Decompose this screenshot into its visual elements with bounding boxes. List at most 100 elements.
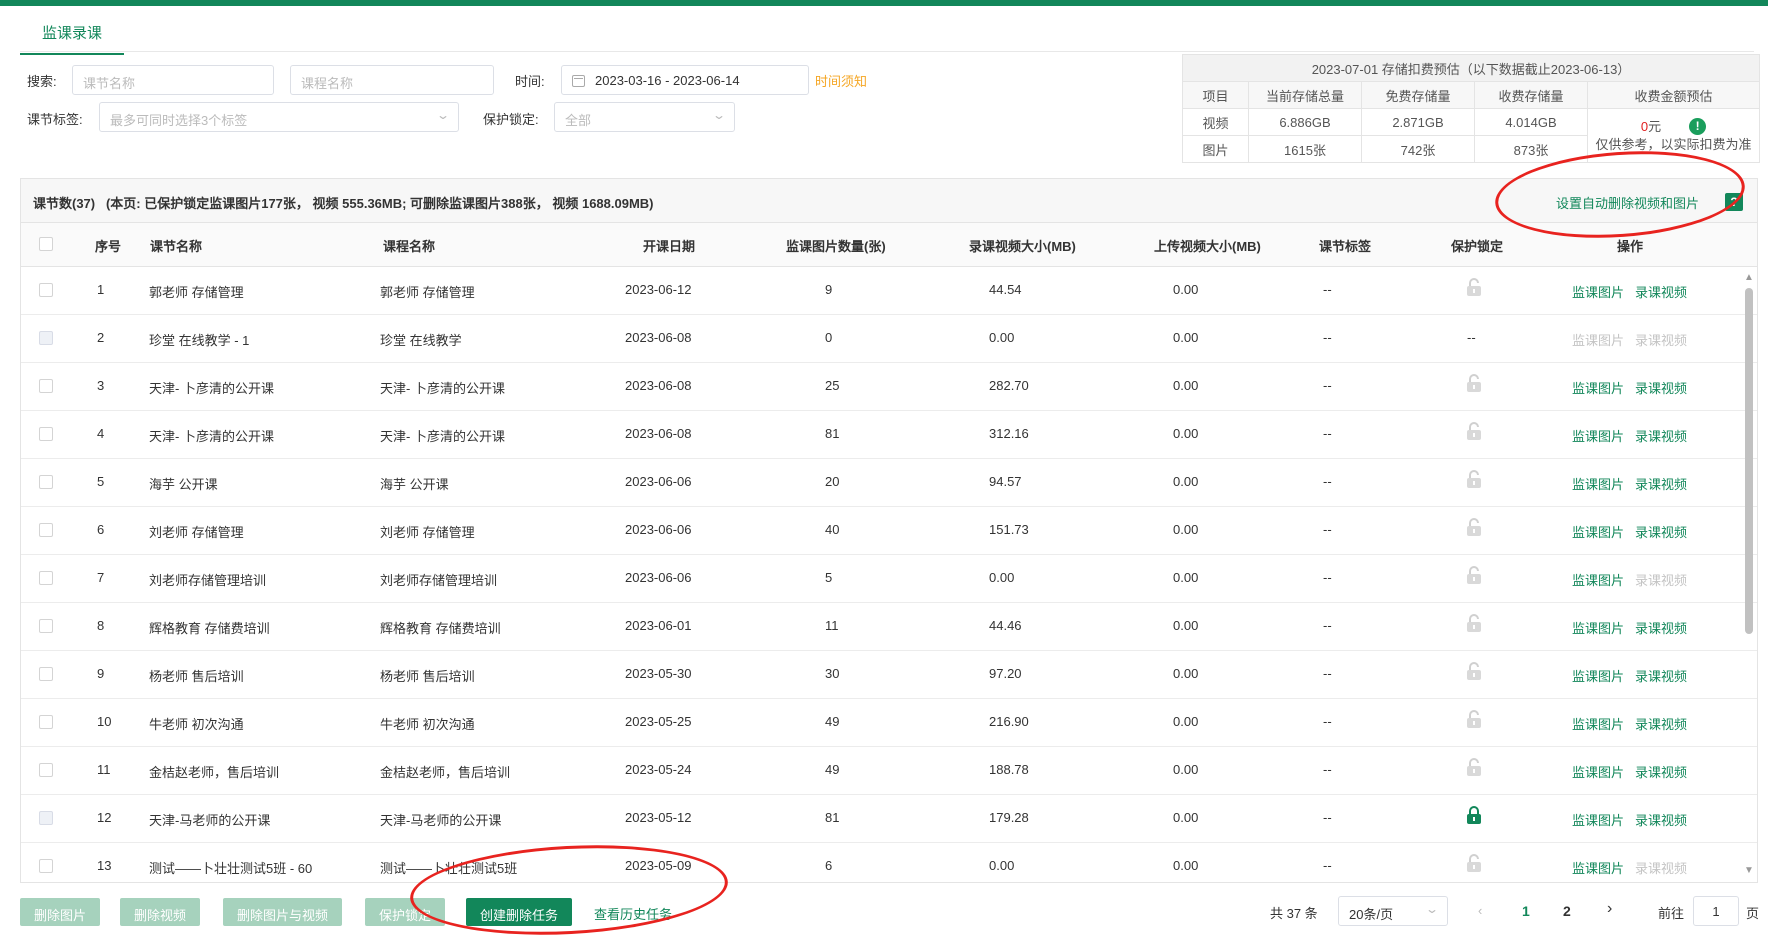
- cell-date: 2023-06-01: [625, 618, 692, 633]
- page-1[interactable]: 1: [1522, 903, 1530, 919]
- lock-open-icon[interactable]: [1465, 613, 1483, 633]
- view-images-link[interactable]: 监课图片: [1572, 282, 1624, 301]
- cell-lesson: 刘老师 存储管理: [149, 525, 244, 540]
- cell-course: 珍堂 在线教学: [380, 333, 462, 348]
- cell-date: 2023-06-08: [625, 330, 692, 345]
- column-header: 保护锁定: [1451, 239, 1504, 254]
- date-range-picker[interactable]: 2023-03-16 - 2023-06-14: [561, 65, 809, 95]
- cell-upl: 0.00: [1173, 330, 1199, 345]
- delete-images-and-videos-button[interactable]: 删除图片与视频: [223, 898, 343, 926]
- protect-lock-button[interactable]: 保护锁定: [365, 898, 446, 926]
- lock-open-icon[interactable]: [1465, 277, 1483, 297]
- view-videos-link[interactable]: 录课视频: [1635, 570, 1687, 589]
- view-images-link[interactable]: 监课图片: [1572, 570, 1624, 589]
- view-images-link[interactable]: 监课图片: [1572, 426, 1624, 445]
- row-checkbox[interactable]: [39, 715, 53, 729]
- view-videos-link[interactable]: 录课视频: [1635, 618, 1687, 637]
- tab-lesson-monitor[interactable]: 监课录课: [20, 14, 125, 55]
- scroll-up-icon[interactable]: ▲: [1744, 272, 1754, 283]
- view-videos-link[interactable]: 录课视频: [1635, 714, 1687, 733]
- scroll-down-icon[interactable]: ▼: [1744, 865, 1754, 876]
- row-checkbox[interactable]: [39, 667, 53, 681]
- view-videos-link[interactable]: 录课视频: [1635, 858, 1687, 877]
- course-name-input[interactable]: 课程名称: [290, 65, 494, 95]
- view-images-link[interactable]: 监课图片: [1572, 522, 1624, 541]
- view-images-link[interactable]: 监课图片: [1572, 810, 1624, 829]
- lock-open-icon[interactable]: [1465, 469, 1483, 489]
- scrollbar-thumb[interactable]: [1745, 288, 1753, 634]
- view-videos-link[interactable]: 录课视频: [1635, 810, 1687, 829]
- lock-open-icon[interactable]: [1465, 517, 1483, 537]
- lock-open-icon[interactable]: [1465, 709, 1483, 729]
- lock-filter-select[interactable]: 全部 ⌄: [554, 102, 735, 132]
- view-videos-link[interactable]: 录课视频: [1635, 762, 1687, 781]
- row-checkbox[interactable]: [39, 427, 53, 441]
- view-videos-link[interactable]: 录课视频: [1635, 666, 1687, 685]
- table-row: 7 刘老师存储管理培训 刘老师存储管理培训 2023-06-06 5 0.00 0.00 --…: [21, 555, 1757, 603]
- lock-open-icon[interactable]: [1465, 757, 1483, 777]
- delete-images-button[interactable]: 删除图片: [20, 898, 101, 926]
- page-2[interactable]: 2: [1563, 903, 1571, 919]
- view-images-link[interactable]: 监课图片: [1572, 330, 1624, 349]
- cell-lesson: 杨老师 售后培训: [149, 669, 244, 684]
- column-header: 课节标签: [1319, 239, 1372, 254]
- cell-upl: 0.00: [1173, 762, 1199, 777]
- row-checkbox[interactable]: [39, 811, 53, 825]
- view-videos-link[interactable]: 录课视频: [1635, 426, 1687, 445]
- exclamation-icon[interactable]: !: [1689, 117, 1707, 135]
- view-videos-link[interactable]: 录课视频: [1635, 282, 1687, 301]
- table-scrollbar[interactable]: ▲ ▼: [1744, 272, 1754, 876]
- row-checkbox[interactable]: [39, 475, 53, 489]
- view-images-link[interactable]: 监课图片: [1572, 762, 1624, 781]
- total-count: 共 37 条: [1270, 906, 1318, 921]
- next-page-icon[interactable]: ›: [1607, 900, 1612, 918]
- cell-upl: 0.00: [1173, 282, 1199, 297]
- cell-images: 30: [825, 666, 840, 681]
- chevron-down-icon: ⌄: [435, 108, 451, 122]
- estimate-cell: 6.886GB: [1248, 108, 1362, 136]
- row-checkbox[interactable]: [39, 619, 53, 633]
- view-videos-link[interactable]: 录课视频: [1635, 474, 1687, 493]
- cell-images: 49: [825, 762, 840, 777]
- view-videos-link[interactable]: 录课视频: [1635, 522, 1687, 541]
- cell-lesson: 珍堂 在线教学 - 1: [149, 333, 250, 348]
- row-checkbox[interactable]: [39, 379, 53, 393]
- page-size-select[interactable]: 20条/页 ⌄: [1338, 896, 1448, 926]
- view-images-link[interactable]: 监课图片: [1572, 666, 1624, 685]
- lock-open-icon[interactable]: [1465, 373, 1483, 393]
- row-checkbox[interactable]: [39, 763, 53, 777]
- lock-closed-icon[interactable]: [1465, 805, 1483, 825]
- cell-tag: --: [1323, 810, 1332, 825]
- row-checkbox[interactable]: [39, 331, 53, 345]
- row-checkbox[interactable]: [39, 523, 53, 537]
- row-checkbox[interactable]: [39, 283, 53, 297]
- view-images-link[interactable]: 监课图片: [1572, 858, 1624, 877]
- tag-select[interactable]: 最多可同时选择3个标签 ⌄: [99, 102, 459, 132]
- create-delete-task-button[interactable]: 创建删除任务: [466, 898, 573, 926]
- row-checkbox[interactable]: [39, 859, 53, 873]
- lock-open-icon[interactable]: [1465, 853, 1483, 873]
- fee-unit: 元: [1648, 118, 1662, 134]
- goto-page-input[interactable]: 1: [1693, 896, 1739, 926]
- time-notice-link[interactable]: 时间须知: [815, 71, 867, 90]
- help-icon[interactable]: ?: [1725, 193, 1743, 211]
- select-all-checkbox[interactable]: [39, 237, 53, 251]
- table-header: 序号 课节名称 课程名称 开课日期 监课图片数量(张) 录课视频大小(MB) 上…: [21, 223, 1757, 267]
- row-checkbox[interactable]: [39, 571, 53, 585]
- delete-videos-button[interactable]: 删除视频: [120, 898, 201, 926]
- lock-open-icon[interactable]: [1465, 661, 1483, 681]
- lock-open-icon[interactable]: [1465, 421, 1483, 441]
- view-images-link[interactable]: 监课图片: [1572, 618, 1624, 637]
- view-videos-link[interactable]: 录课视频: [1635, 378, 1687, 397]
- lock-open-icon[interactable]: [1465, 565, 1483, 585]
- auto-delete-link[interactable]: 设置自动删除视频和图片: [1556, 193, 1699, 212]
- view-images-link[interactable]: 监课图片: [1572, 474, 1624, 493]
- prev-page-icon[interactable]: ‹: [1478, 903, 1482, 918]
- lesson-name-input[interactable]: 课节名称: [72, 65, 274, 95]
- view-images-link[interactable]: 监课图片: [1572, 714, 1624, 733]
- estimate-cell: 873张: [1474, 135, 1588, 163]
- view-images-link[interactable]: 监课图片: [1572, 378, 1624, 397]
- view-videos-link[interactable]: 录课视频: [1635, 330, 1687, 349]
- view-history-tasks-link[interactable]: 查看历史任务: [594, 904, 672, 923]
- chevron-down-icon: ⌄: [1424, 902, 1440, 916]
